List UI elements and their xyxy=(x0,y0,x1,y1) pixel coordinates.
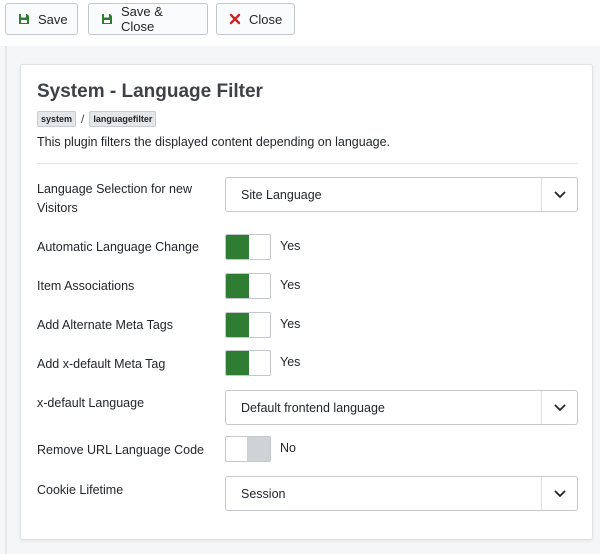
save-close-button[interactable]: Save & Close xyxy=(88,3,208,35)
language-selection-select[interactable]: Site Language xyxy=(225,177,578,212)
item-associations-value: Yes xyxy=(280,278,301,292)
close-label: Close xyxy=(249,11,283,27)
auto-language-change-value: Yes xyxy=(280,239,301,253)
alternate-meta-tags-label: Add Alternate Meta Tags xyxy=(37,318,173,332)
alternate-meta-tags-value: Yes xyxy=(280,317,301,331)
xdefault-language-select[interactable]: Default frontend language xyxy=(225,390,578,425)
xdefault-meta-tag-value: Yes xyxy=(280,355,301,369)
toggle-knob xyxy=(226,351,249,375)
plugin-panel: System - Language Filter system / langua… xyxy=(20,64,593,540)
plugin-description: This plugin filters the displayed conten… xyxy=(37,135,391,149)
chevron-down-icon xyxy=(541,178,577,211)
xdefault-meta-tag-toggle[interactable] xyxy=(225,350,271,376)
close-icon xyxy=(229,13,241,25)
page-title: System - Language Filter xyxy=(37,81,263,102)
select-value: Default frontend language xyxy=(241,400,385,415)
breadcrumb: system / languagefilter xyxy=(37,111,157,127)
select-value: Session xyxy=(241,486,286,501)
auto-language-change-label: Automatic Language Change xyxy=(37,240,199,254)
item-associations-toggle[interactable] xyxy=(225,273,271,299)
select-value: Site Language xyxy=(241,187,322,202)
breadcrumb-badge-plugin: languagefilter xyxy=(89,111,157,127)
toggle-knob xyxy=(226,235,249,259)
cookie-lifetime-label: Cookie Lifetime xyxy=(37,483,124,497)
chevron-down-icon xyxy=(541,391,577,424)
remove-url-code-toggle[interactable] xyxy=(225,436,271,462)
toggle-knob xyxy=(226,274,249,298)
save-icon xyxy=(101,13,113,25)
alternate-meta-tags-toggle[interactable] xyxy=(225,312,271,338)
breadcrumb-badge-system: system xyxy=(37,111,77,127)
breadcrumb-separator: / xyxy=(81,112,85,126)
xdefault-meta-tag-label: Add x-default Meta Tag xyxy=(37,357,166,371)
chevron-down-icon xyxy=(541,477,577,510)
remove-url-code-label: Remove URL Language Code xyxy=(37,443,205,457)
auto-language-change-toggle[interactable] xyxy=(225,234,271,260)
save-label: Save xyxy=(38,11,68,27)
label-line: Visitors xyxy=(37,201,78,215)
left-divider xyxy=(5,46,7,554)
toggle-knob xyxy=(226,313,249,337)
remove-url-code-value: No xyxy=(280,441,296,455)
language-selection-label: Language Selection for new Visitors xyxy=(37,180,192,218)
close-button[interactable]: Close xyxy=(216,3,295,35)
toolbar: Save Save & Close Close xyxy=(0,0,600,46)
cookie-lifetime-select[interactable]: Session xyxy=(225,476,578,511)
label-line: Language Selection for new xyxy=(37,182,192,196)
save-button[interactable]: Save xyxy=(5,3,78,35)
xdefault-language-label: x-default Language xyxy=(37,396,145,410)
toggle-knob xyxy=(247,437,270,461)
divider xyxy=(37,163,578,164)
save-close-label: Save & Close xyxy=(121,4,163,34)
item-associations-label: Item Associations xyxy=(37,279,135,293)
save-icon xyxy=(18,13,30,25)
